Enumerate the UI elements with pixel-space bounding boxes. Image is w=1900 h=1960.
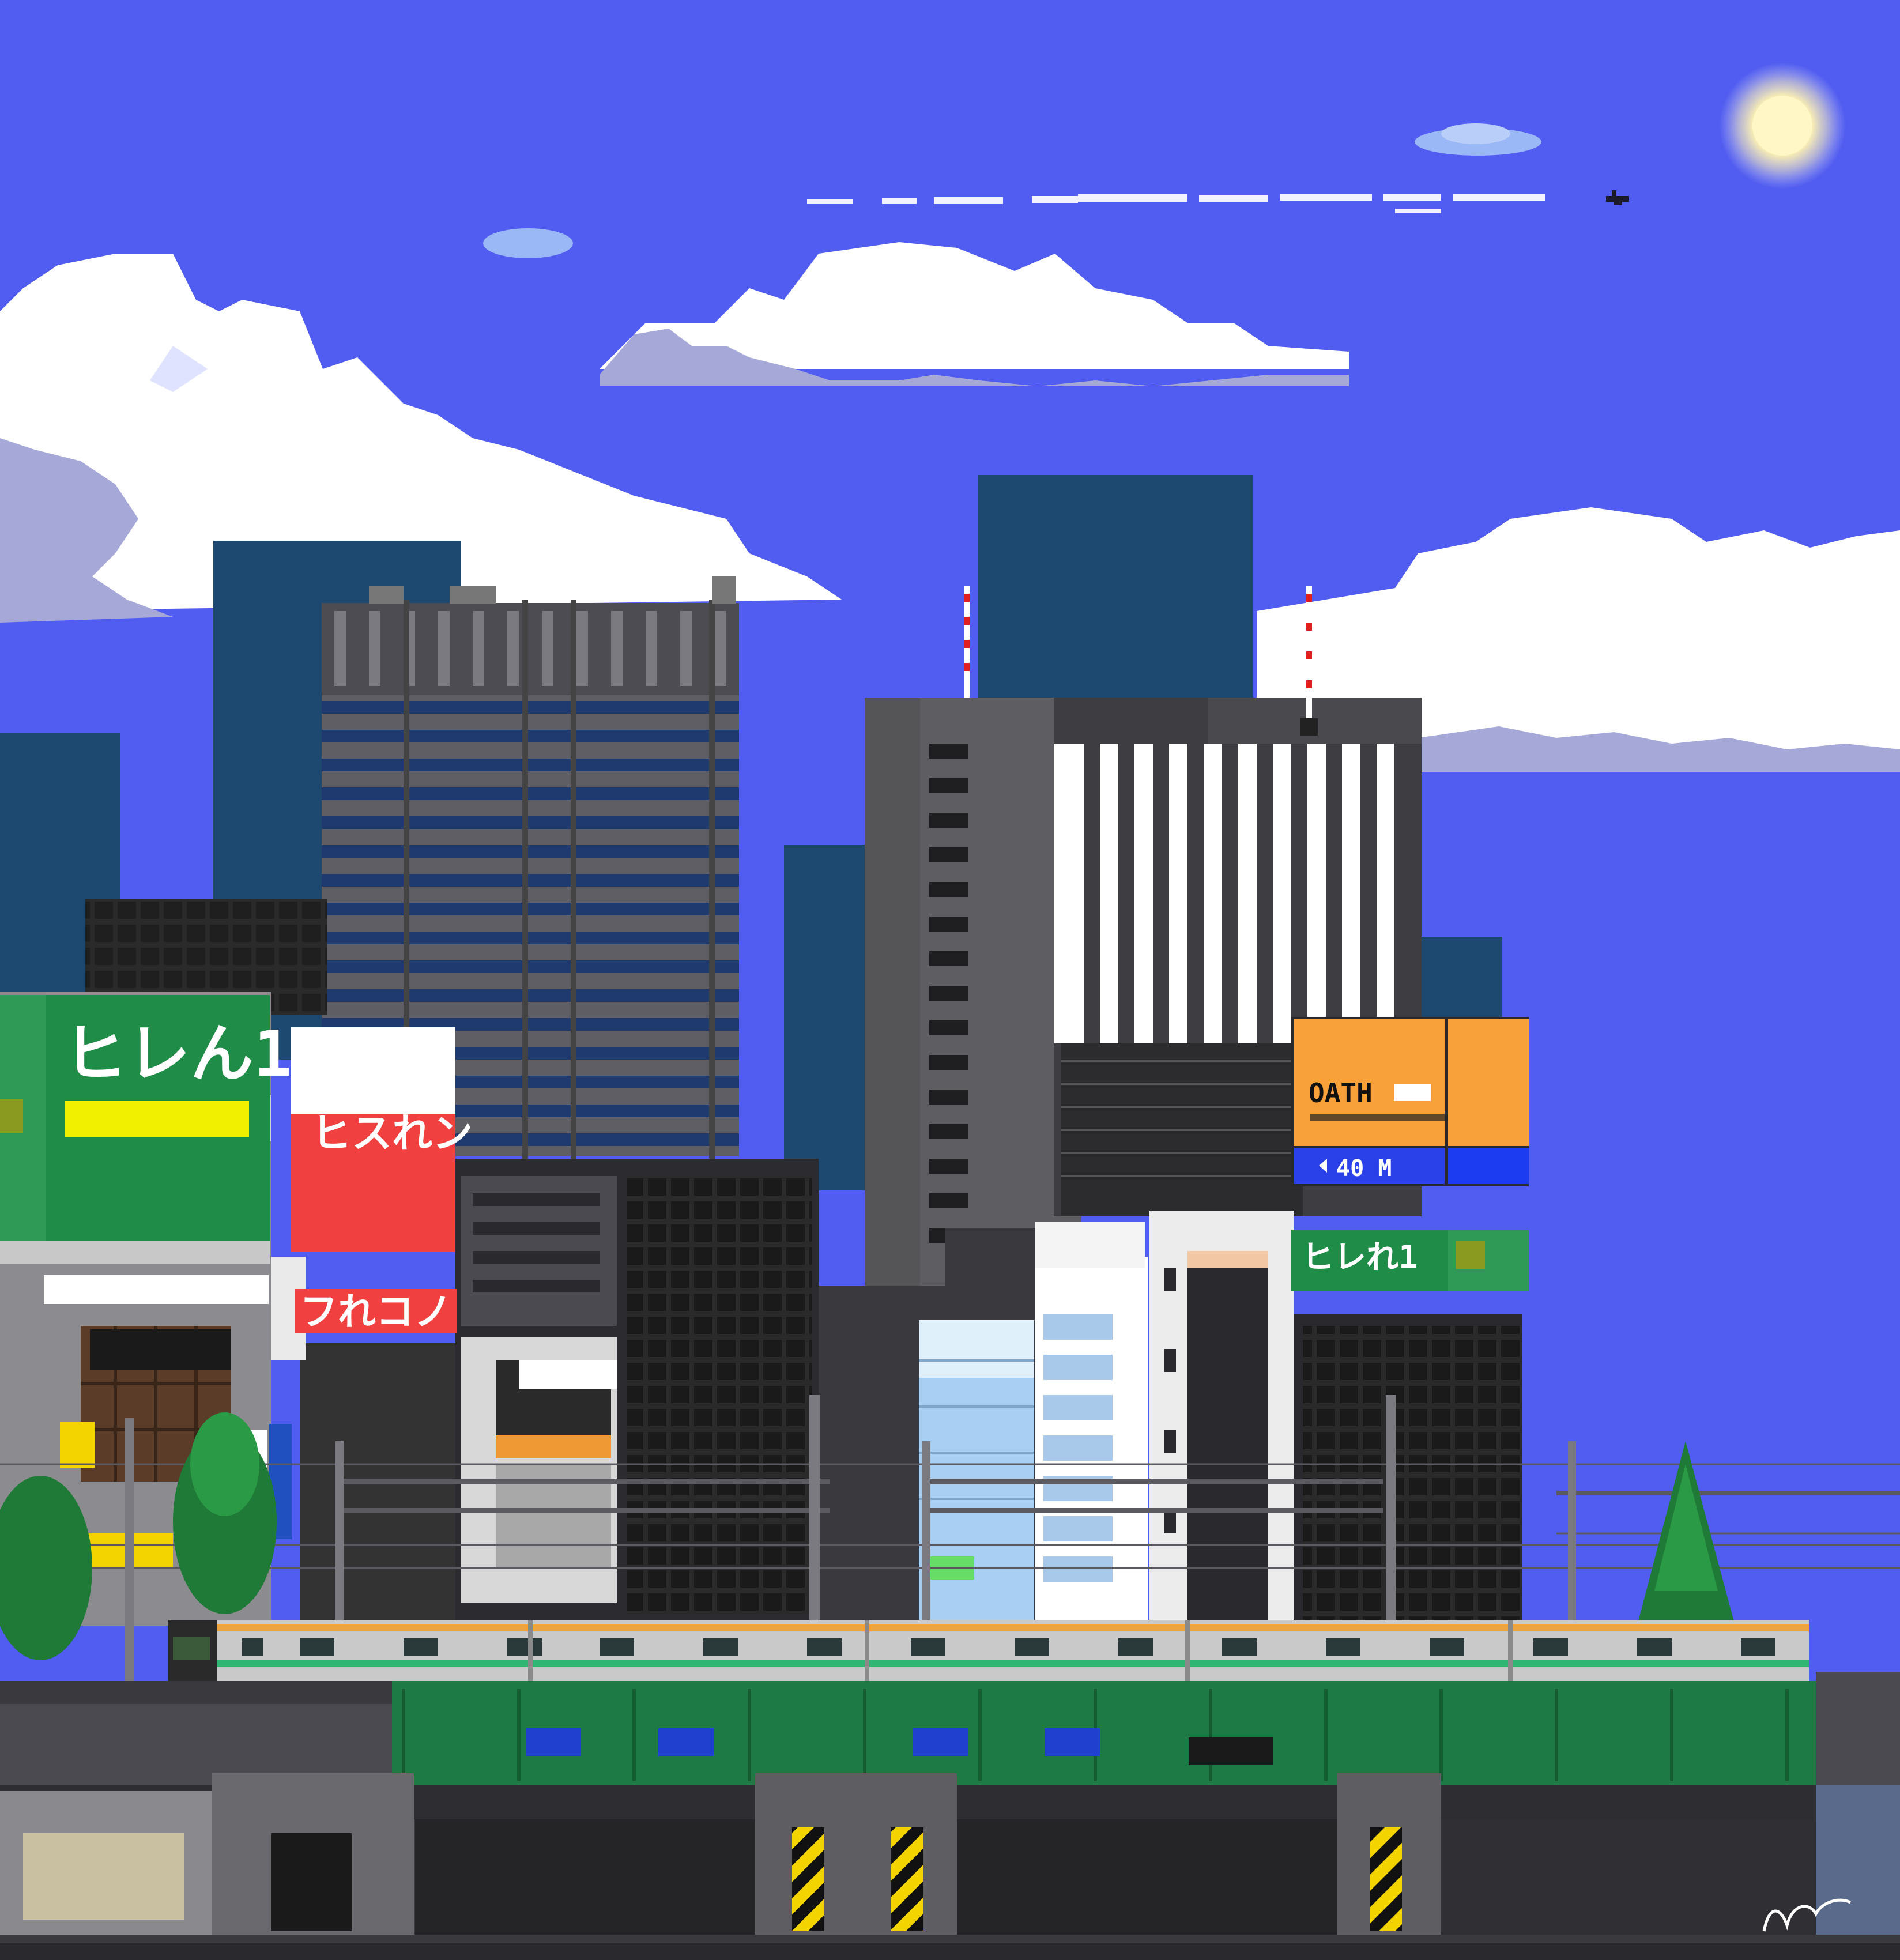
glass-building xyxy=(919,1320,1034,1631)
antenna-left xyxy=(964,586,970,698)
cloud-small-left xyxy=(483,228,573,258)
commuter-train xyxy=(168,1620,1809,1681)
white-balcony-building xyxy=(1035,1211,1294,1637)
green-billboard-text: ヒレん1 xyxy=(63,1017,292,1091)
oath-title: OATH xyxy=(1309,1077,1373,1109)
green-sign-right-text: ヒレれ1 xyxy=(1302,1239,1418,1276)
oath-distance: 40 M xyxy=(1336,1155,1392,1182)
railway-viaduct xyxy=(0,1672,1900,1960)
red-lower-sign-text: フれコノ xyxy=(300,1290,452,1334)
oath-billboard: OATH 40 M xyxy=(1291,1017,1529,1186)
city-scene: ヒレん1 ヒスれン フれコノ OATH 40 M ヒレれ1 xyxy=(0,0,1900,1960)
green-billboard: ヒレん1 xyxy=(0,995,292,1264)
red-billboard-text: ヒスれン xyxy=(311,1110,473,1157)
green-sign-right: ヒレれ1 xyxy=(1291,1230,1529,1291)
